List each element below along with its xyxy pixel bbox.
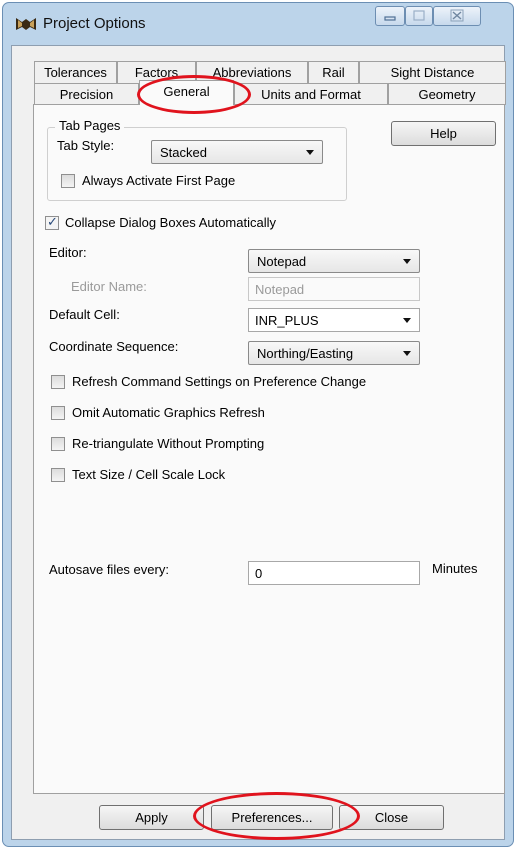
close-window-button[interactable] (433, 6, 481, 26)
app-icon (16, 18, 36, 30)
collapse-label: Collapse Dialog Boxes Automatically (65, 215, 276, 230)
default-cell-value: INR_PLUS (255, 313, 319, 328)
project-options-window: Project Options Tolerances Factors Abbre… (2, 2, 514, 847)
text-size-lock-checkbox[interactable] (51, 468, 65, 482)
minimize-button[interactable] (375, 6, 405, 26)
collapse-checkbox[interactable]: ✓ (45, 214, 59, 230)
default-cell-label: Default Cell: (49, 307, 120, 322)
always-activate-checkbox[interactable] (61, 174, 75, 188)
default-cell-field[interactable]: INR_PLUS (248, 308, 420, 332)
retriangulate-label: Re-triangulate Without Prompting (72, 436, 265, 451)
tab-style-dropdown[interactable]: Stacked (151, 140, 323, 164)
tab-page-area: Tab Pages Tab Style: Stacked Always Acti… (11, 45, 505, 840)
window-title: Project Options (43, 15, 146, 32)
retriangulate-checkbox[interactable] (51, 437, 65, 451)
editor-label: Editor: (49, 245, 87, 260)
refresh-command-checkbox[interactable] (51, 375, 65, 389)
tab-style-value: Stacked (160, 145, 207, 160)
autosave-label: Autosave files every: (49, 562, 169, 577)
coordinate-sequence-dropdown[interactable]: Northing/Easting (248, 341, 420, 365)
minimize-icon (384, 16, 396, 21)
omit-refresh-checkbox[interactable] (51, 406, 65, 420)
close-icon (450, 9, 464, 22)
chevron-down-icon (403, 318, 411, 323)
text-size-lock-label: Text Size / Cell Scale Lock (72, 467, 226, 482)
help-button[interactable]: Help (391, 121, 496, 146)
title-bar[interactable]: Project Options (3, 3, 513, 45)
highlight-oval-general-tab (137, 75, 251, 114)
omit-refresh-label: Omit Automatic Graphics Refresh (72, 405, 265, 420)
editor-name-value: Notepad (255, 282, 305, 297)
coordinate-sequence-value: Northing/Easting (257, 346, 354, 361)
editor-name-label: Editor Name: (71, 279, 147, 294)
highlight-oval-preferences (193, 792, 360, 840)
editor-dropdown[interactable]: Notepad (248, 249, 420, 273)
autosave-value: 0 (255, 566, 263, 581)
check-icon: ✓ (47, 214, 58, 229)
maximize-button[interactable] (405, 6, 433, 26)
chevron-down-icon (306, 150, 314, 155)
coordinate-sequence-label: Coordinate Sequence: (49, 339, 179, 354)
apply-button[interactable]: Apply (99, 805, 204, 830)
chevron-down-icon (403, 259, 411, 264)
editor-name-field[interactable]: Notepad (248, 277, 420, 301)
refresh-command-label: Refresh Command Settings on Preference C… (72, 374, 367, 389)
tab-pages-group-label: Tab Pages (55, 118, 125, 133)
always-activate-label: Always Activate First Page (82, 173, 236, 188)
autosave-unit-label: Minutes (432, 561, 478, 576)
tab-style-label: Tab Style: (57, 138, 115, 153)
autosave-field[interactable]: 0 (248, 561, 420, 585)
maximize-icon (413, 10, 425, 21)
chevron-down-icon (403, 351, 411, 356)
editor-value: Notepad (257, 254, 307, 269)
